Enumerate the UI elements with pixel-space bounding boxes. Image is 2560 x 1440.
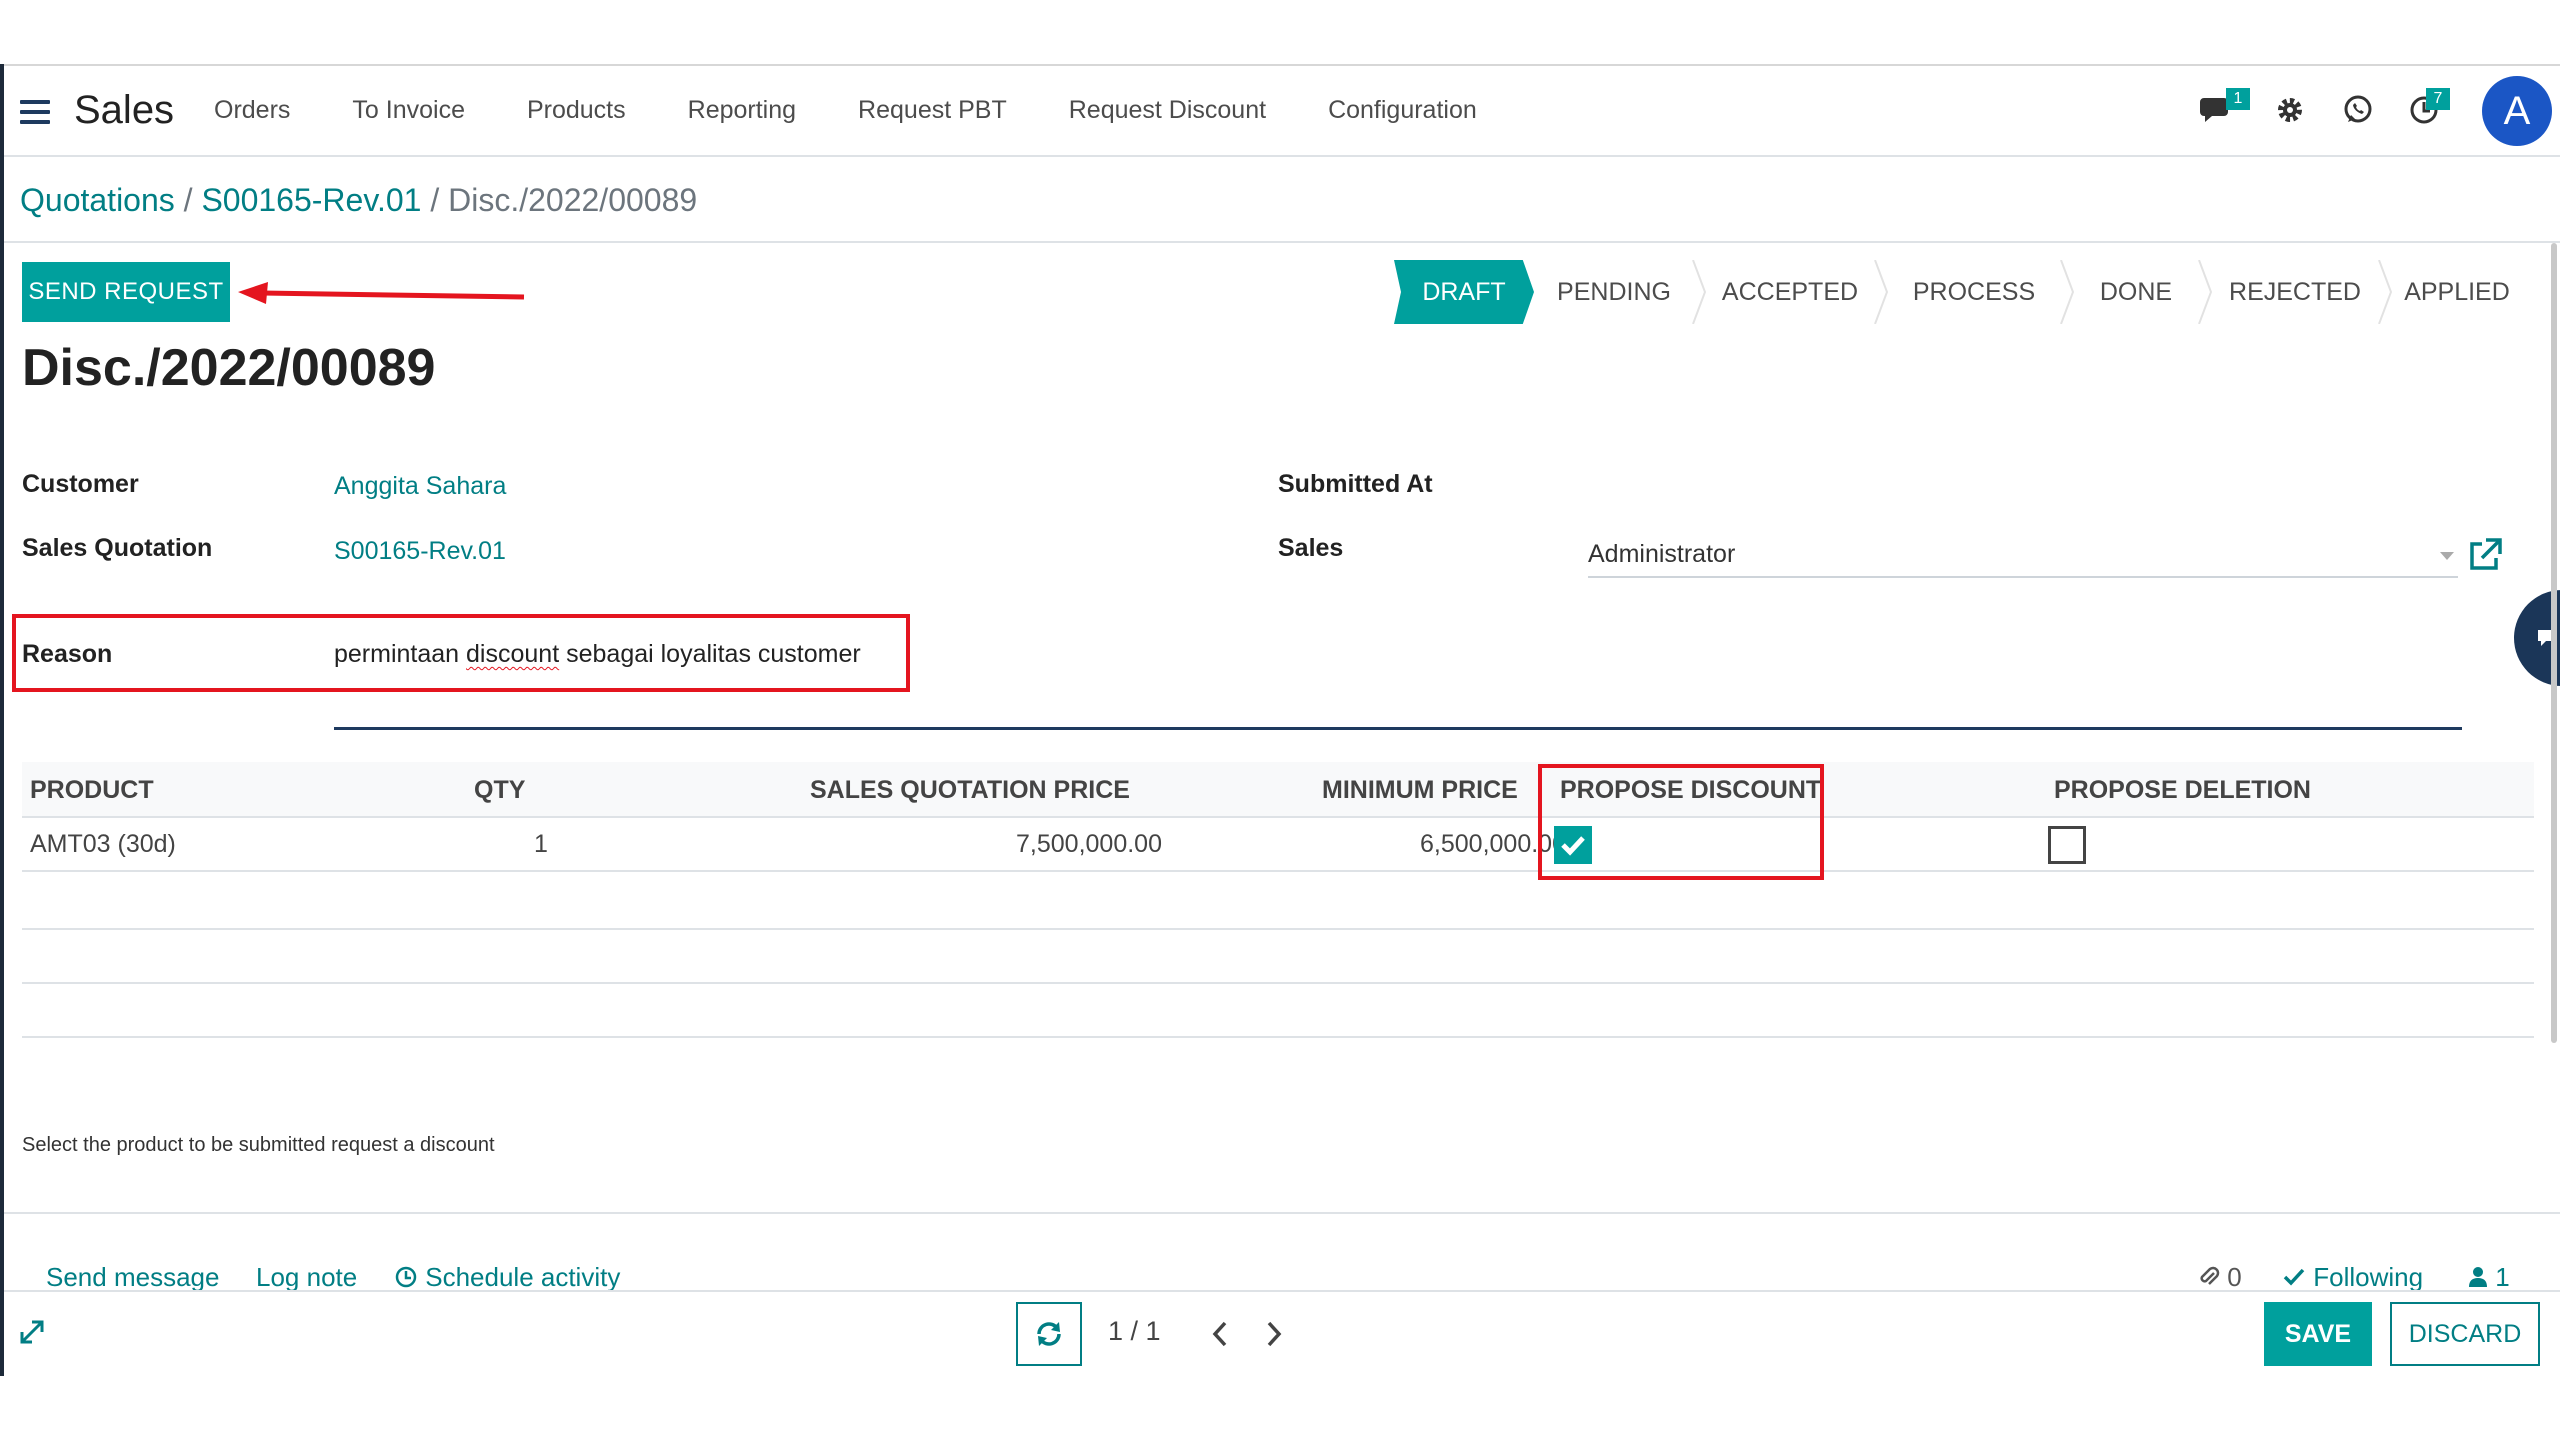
save-button[interactable]: SAVE <box>2264 1302 2372 1366</box>
status-pending[interactable]: PENDING <box>1534 260 1694 324</box>
reason-field[interactable]: permintaan discount sebagai loyalitas cu… <box>334 640 861 669</box>
table-empty-row <box>22 874 2534 930</box>
record-title: Disc./2022/00089 <box>22 339 436 397</box>
submitted-at-label: Submitted At <box>1278 470 1433 498</box>
help-text: Select the product to be submitted reque… <box>22 1134 495 1156</box>
status-accepted[interactable]: ACCEPTED <box>1704 260 1876 324</box>
reason-input-underline <box>334 727 2462 730</box>
refresh-button[interactable] <box>1016 1302 1082 1366</box>
propose-deletion-checkbox[interactable] <box>2048 826 2086 864</box>
table-empty-row <box>22 928 2534 984</box>
status-bar: DRAFT PENDING ACCEPTED PROCESS DONE REJE… <box>1394 260 2524 324</box>
breadcrumb-quotations[interactable]: Quotations <box>20 182 175 218</box>
column-header-sales-quotation-price[interactable]: SALES QUOTATION PRICE <box>810 776 1130 805</box>
whatsapp-icon[interactable] <box>2342 94 2374 134</box>
scrollbar[interactable] <box>2551 243 2557 1043</box>
top-navbar: Sales Orders To Invoice Products Reporti… <box>4 64 2560 157</box>
sales-label: Sales <box>1278 534 1344 562</box>
gear-icon[interactable] <box>2274 94 2306 134</box>
menu-icon[interactable] <box>20 100 50 124</box>
customer-link[interactable]: Anggita Sahara <box>334 472 506 501</box>
chevron-left-icon[interactable] <box>1210 1320 1230 1348</box>
followers-count: 1 <box>2495 1262 2510 1292</box>
followers-button[interactable]: 1 <box>2468 1262 2510 1293</box>
sales-select[interactable]: Administrator <box>1588 534 2458 578</box>
chevron-right-icon[interactable] <box>1264 1320 1284 1348</box>
status-done[interactable]: DONE <box>2072 260 2200 324</box>
external-link-icon[interactable] <box>2466 536 2504 574</box>
sales-quotation-link[interactable]: S00165-Rev.01 <box>334 537 506 566</box>
reason-text: permintaan <box>334 640 467 668</box>
breadcrumb-separator: / <box>430 182 440 218</box>
menu-configuration[interactable]: Configuration <box>1328 96 1477 125</box>
schedule-activity-label: Schedule activity <box>425 1262 621 1292</box>
menu-reporting[interactable]: Reporting <box>688 96 796 125</box>
menu-products[interactable]: Products <box>527 96 626 125</box>
sales-quotation-label: Sales Quotation <box>22 534 213 562</box>
table-header: PRODUCT QTY SALES QUOTATION PRICE MINIMU… <box>22 762 2534 818</box>
table-empty-row <box>22 982 2534 1038</box>
divider <box>4 1212 2560 1214</box>
user-icon <box>2469 1267 2487 1287</box>
cell-sales-quotation-price: 7,500,000.00 <box>1016 830 1162 858</box>
following-button[interactable]: Following <box>2282 1262 2423 1293</box>
app-name[interactable]: Sales <box>74 88 174 133</box>
reason-label: Reason <box>22 640 113 668</box>
column-header-propose-deletion[interactable]: PROPOSE DELETION <box>2054 776 2311 805</box>
cell-product: AMT03 (30d) <box>30 830 176 858</box>
chevron-down-icon[interactable] <box>2440 552 2454 560</box>
clock-icon <box>395 1266 417 1288</box>
expand-icon[interactable] <box>18 1318 46 1346</box>
menu-to-invoice[interactable]: To Invoice <box>352 96 465 125</box>
pager-value[interactable]: 1 / 1 <box>1108 1316 1161 1347</box>
paperclip-icon <box>2200 1266 2220 1285</box>
messages-badge: 1 <box>2226 88 2250 110</box>
send-message-button[interactable]: Send message <box>46 1262 219 1293</box>
send-request-button[interactable]: SEND REQUEST <box>22 262 230 322</box>
divider <box>4 241 2560 243</box>
odoo-app: Sales Orders To Invoice Products Reporti… <box>0 0 2560 1440</box>
schedule-activity-button[interactable]: Schedule activity <box>394 1262 620 1293</box>
column-header-qty[interactable]: QTY <box>474 776 525 805</box>
breadcrumb-separator: / <box>183 182 193 218</box>
breadcrumb: Quotations / S00165-Rev.01 / Disc./2022/… <box>20 182 697 219</box>
main-menu: Orders To Invoice Products Reporting Req… <box>214 96 1539 125</box>
breadcrumb-current: Disc./2022/00089 <box>448 182 698 218</box>
activities-badge: 7 <box>2426 88 2450 110</box>
cell-qty: 1 <box>534 830 548 858</box>
annotation-box-propose-discount <box>1538 764 1824 880</box>
column-header-product[interactable]: PRODUCT <box>30 776 154 805</box>
customer-label: Customer <box>22 470 139 498</box>
reason-misspelled-word: discount <box>466 640 560 668</box>
status-draft[interactable]: DRAFT <box>1394 260 1534 324</box>
log-note-button[interactable]: Log note <box>256 1262 357 1293</box>
refresh-icon <box>1037 1322 1061 1346</box>
avatar[interactable]: A <box>2482 76 2552 146</box>
menu-request-discount[interactable]: Request Discount <box>1069 96 1266 125</box>
sales-select-value: Administrator <box>1588 540 1736 568</box>
check-icon <box>2283 1268 2305 1286</box>
column-header-minimum-price[interactable]: MINIMUM PRICE <box>1322 776 1518 805</box>
reason-text: sebagai loyalitas customer <box>559 640 861 668</box>
menu-request-pbt[interactable]: Request PBT <box>858 96 1007 125</box>
status-process[interactable]: PROCESS <box>1886 260 2062 324</box>
attachments-count: 0 <box>2227 1262 2242 1292</box>
status-rejected[interactable]: REJECTED <box>2210 260 2380 324</box>
menu-orders[interactable]: Orders <box>214 96 290 125</box>
annotation-arrow <box>238 282 525 304</box>
following-label: Following <box>2313 1262 2424 1292</box>
status-applied[interactable]: APPLIED <box>2390 260 2524 324</box>
table-row[interactable]: AMT03 (30d) 1 7,500,000.00 6,500,000.00 <box>22 816 2534 872</box>
discard-button[interactable]: DISCARD <box>2390 1302 2540 1366</box>
attachments-button[interactable]: 0 <box>2198 1262 2242 1293</box>
breadcrumb-quotation[interactable]: S00165-Rev.01 <box>201 182 421 218</box>
